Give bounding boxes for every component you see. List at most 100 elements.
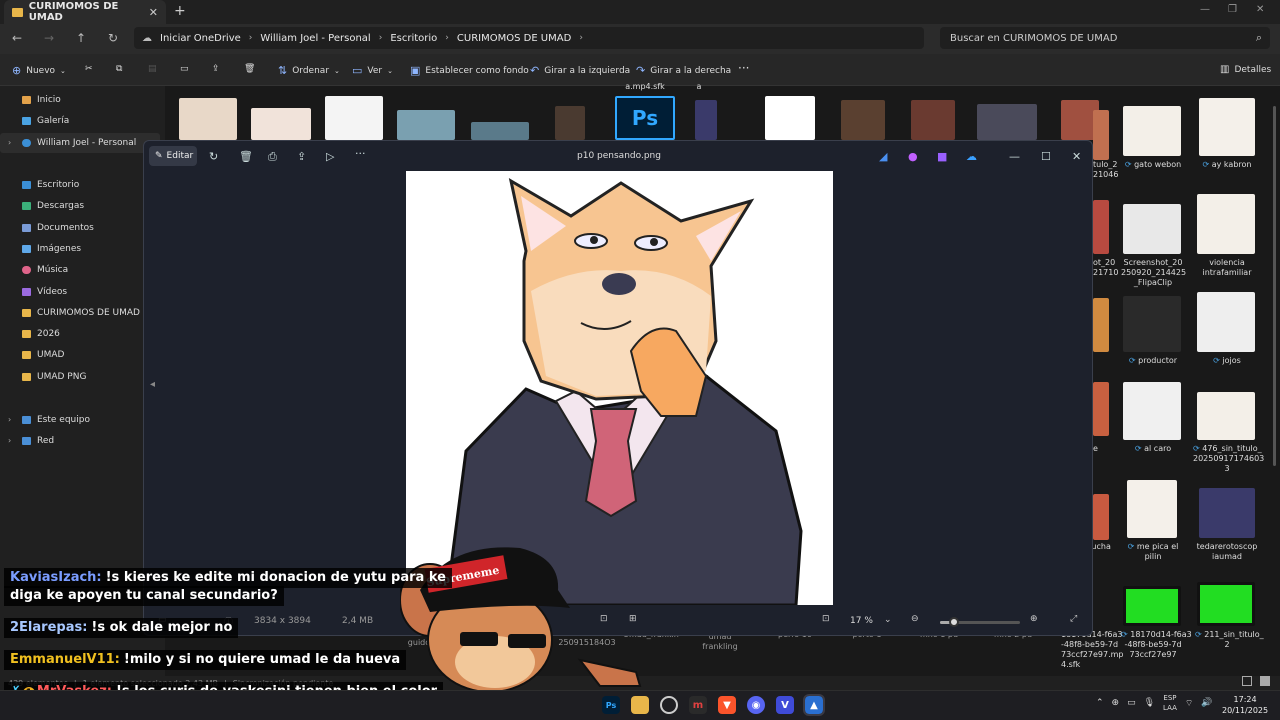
file-thumbnail[interactable]: [695, 100, 717, 140]
rename-icon[interactable]: ▭: [180, 64, 189, 74]
sidebar-item-desktop[interactable]: Escritorio: [22, 178, 79, 192]
list-view-icon[interactable]: [1242, 676, 1252, 686]
set-background-button[interactable]: ▣ Establecer como fondo: [410, 64, 529, 77]
file-thumbnail[interactable]: [1123, 296, 1181, 352]
tab-curimomos[interactable]: CURIMOMOS DE UMAD ✕: [4, 0, 166, 24]
chevron-right-icon[interactable]: ›: [8, 436, 11, 445]
zoom-out-icon[interactable]: ⊖: [911, 614, 919, 624]
minimize-icon[interactable]: —: [1009, 150, 1020, 163]
obs-taskbar-icon[interactable]: [660, 696, 678, 714]
zoom-in-icon[interactable]: ⊕: [1030, 614, 1038, 624]
details-button[interactable]: ▥ Detalles: [1220, 64, 1271, 75]
app-taskbar-icon[interactable]: m: [689, 696, 707, 714]
file-thumbnail[interactable]: [841, 100, 885, 140]
discord-taskbar-icon[interactable]: ◉: [747, 696, 765, 714]
breadcrumb-item[interactable]: William Joel - Personal: [260, 33, 370, 44]
file-thumbnail[interactable]: [1123, 586, 1181, 626]
up-icon[interactable]: ↑: [76, 31, 86, 45]
zoom-slider-thumb[interactable]: [948, 617, 959, 627]
file-thumbnail[interactable]: [765, 96, 815, 140]
sidebar-item-downloads[interactable]: Descargas: [22, 199, 84, 213]
battery-icon[interactable]: ▭: [1127, 698, 1136, 708]
delete-icon[interactable]: 🗑: [244, 64, 255, 74]
file-thumbnail[interactable]: [1123, 204, 1181, 254]
sidebar-item-2026[interactable]: 2026: [22, 327, 60, 341]
file-thumbnail[interactable]: [251, 108, 311, 140]
file-explorer-taskbar-icon[interactable]: [631, 696, 649, 714]
new-tab-button[interactable]: +: [174, 3, 186, 19]
sidebar-item-music[interactable]: Música: [22, 263, 68, 277]
microphone-icon[interactable]: 🎙: [1144, 698, 1155, 708]
close-tab-icon[interactable]: ✕: [149, 6, 158, 19]
new-button[interactable]: ⊕ Nuevo ⌄: [12, 64, 66, 77]
minimize-icon[interactable]: —: [1200, 4, 1210, 15]
sidebar-item-gallery[interactable]: Galería: [22, 114, 69, 128]
photoshop-file-icon[interactable]: Ps: [615, 96, 675, 140]
chevron-right-icon[interactable]: ›: [8, 415, 11, 424]
sidebar-item-curimomos[interactable]: CURIMOMOS DE UMAD: [22, 306, 140, 320]
file-thumbnail[interactable]: [977, 104, 1037, 140]
sidebar-item-this-pc[interactable]: Este equipo: [22, 413, 90, 427]
file-thumbnail[interactable]: [555, 106, 585, 140]
sidebar-item-onedrive[interactable]: William Joel - Personal: [22, 136, 136, 150]
sidebar-item-pictures[interactable]: Imágenes: [22, 242, 81, 256]
file-thumbnail[interactable]: [471, 122, 529, 140]
file-thumbnail[interactable]: [911, 100, 955, 140]
breadcrumb-item[interactable]: CURIMOMOS DE UMAD: [457, 33, 571, 44]
maximize-icon[interactable]: ❐: [1228, 4, 1237, 15]
file-thumbnail[interactable]: [1197, 582, 1255, 626]
close-icon[interactable]: ✕: [1072, 150, 1081, 163]
cut-icon[interactable]: ✂: [85, 64, 93, 74]
sidebar-item-network[interactable]: Red: [22, 434, 54, 448]
clipchamp-icon[interactable]: ■: [937, 150, 947, 163]
network-icon[interactable]: ⊕: [1112, 698, 1120, 708]
wifi-icon[interactable]: ⌔: [1185, 698, 1193, 709]
file-thumbnail[interactable]: [1123, 382, 1181, 440]
forward-icon[interactable]: →: [44, 31, 54, 45]
photoshop-taskbar-icon[interactable]: Ps: [602, 696, 620, 714]
rotate-right-button[interactable]: ↷ Girar a la derecha: [636, 64, 731, 77]
paste-icon[interactable]: ▤: [148, 64, 157, 74]
brave-taskbar-icon[interactable]: ▼: [718, 696, 736, 714]
copy-icon[interactable]: ⧉: [116, 64, 122, 74]
view-button[interactable]: ▭ Ver ⌄: [352, 64, 393, 77]
file-thumbnail[interactable]: [1093, 382, 1109, 436]
chevron-up-icon[interactable]: ⌃: [1096, 698, 1104, 708]
photos-taskbar-icon[interactable]: ▲: [803, 694, 825, 716]
file-thumbnail[interactable]: [1197, 392, 1255, 440]
breadcrumb-item[interactable]: Iniciar OneDrive: [160, 33, 241, 44]
sidebar-item-home[interactable]: Inicio: [22, 93, 61, 107]
onedrive-icon[interactable]: ☁: [966, 150, 977, 163]
copilot-icon[interactable]: ●: [908, 150, 918, 163]
chevron-down-icon[interactable]: ⌄: [884, 615, 892, 625]
file-thumbnail[interactable]: [397, 110, 455, 140]
breadcrumb[interactable]: ☁ Iniciar OneDrive › William Joel - Pers…: [134, 27, 924, 49]
fit-screen-icon[interactable]: ⊡: [822, 614, 830, 624]
sidebar-item-umad-png[interactable]: UMAD PNG: [22, 370, 86, 384]
zoom-slider[interactable]: [940, 617, 1020, 627]
more-options-button[interactable]: ···: [738, 61, 749, 75]
breadcrumb-item[interactable]: Escritorio: [390, 33, 437, 44]
fullscreen-icon[interactable]: ⤢: [1070, 614, 1077, 624]
vertical-scrollbar[interactable]: [1273, 106, 1276, 466]
language-indicator[interactable]: ESP LAA: [1163, 693, 1177, 713]
file-thumbnail[interactable]: [1123, 106, 1181, 156]
file-thumbnail[interactable]: [1093, 298, 1109, 352]
vegas-taskbar-icon[interactable]: V: [776, 696, 794, 714]
volume-icon[interactable]: 🔊: [1201, 698, 1212, 708]
file-thumbnail[interactable]: [1197, 292, 1255, 352]
file-thumbnail[interactable]: [179, 98, 237, 140]
file-thumbnail[interactable]: [1093, 494, 1109, 540]
grid-view-icon[interactable]: [1260, 676, 1270, 686]
maximize-icon[interactable]: ☐: [1041, 150, 1051, 163]
share-icon[interactable]: ⇪: [212, 64, 220, 74]
file-thumbnail[interactable]: [1127, 480, 1177, 538]
close-window-icon[interactable]: ✕: [1256, 4, 1264, 15]
file-thumbnail[interactable]: [1197, 194, 1255, 254]
search-input[interactable]: Buscar en CURIMOMOS DE UMAD ⌕: [940, 27, 1270, 49]
file-thumbnail[interactable]: [1093, 200, 1109, 254]
rotate-left-button[interactable]: ↶ Girar a la izquierda: [530, 64, 630, 77]
sort-button[interactable]: ⇅ Ordenar ⌄: [278, 64, 340, 77]
clock[interactable]: 17:24 20/11/2025: [1222, 694, 1268, 716]
sidebar-item-documents[interactable]: Documentos: [22, 221, 94, 235]
